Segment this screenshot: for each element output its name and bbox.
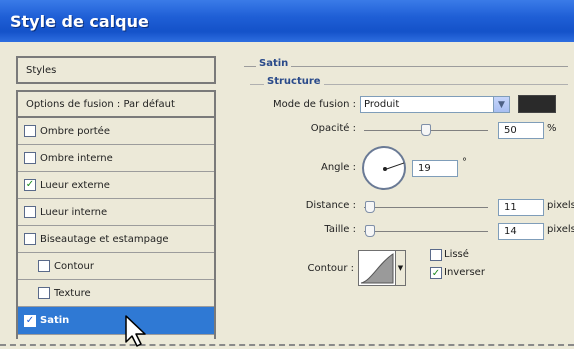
angle-label: Angle : xyxy=(320,162,356,173)
satin-checkbox[interactable]: ✓ xyxy=(24,314,36,327)
effects-list: Ombre portée Ombre interne ✓ Lueur exter… xyxy=(16,118,216,339)
contour-preview[interactable] xyxy=(358,250,396,286)
color-swatch[interactable] xyxy=(518,95,556,113)
outer-glow-label: Lueur externe xyxy=(40,179,110,191)
antialias-checkbox[interactable] xyxy=(430,249,442,261)
list-item-inner-glow[interactable]: Lueur interne xyxy=(18,199,214,226)
blend-mode-label: Mode de fusion : xyxy=(273,99,356,110)
distance-slider-thumb[interactable] xyxy=(365,201,376,213)
dashed-divider xyxy=(0,344,574,346)
satin-item-label: Satin xyxy=(40,315,70,326)
angle-input[interactable]: 19 xyxy=(412,160,458,177)
distance-unit: pixels xyxy=(547,200,574,211)
invert-label: Inverser xyxy=(444,267,485,278)
size-label: Taille : xyxy=(324,224,356,235)
check-icon: ✓ xyxy=(25,314,35,326)
opacity-label: Opacité : xyxy=(310,123,356,134)
angle-unit: ° xyxy=(462,157,467,168)
size-value: 14 xyxy=(504,226,517,237)
contour-item-label: Contour xyxy=(54,260,94,272)
styles-header-item[interactable]: Styles xyxy=(16,56,216,84)
check-icon: ✓ xyxy=(25,179,35,190)
contour-checkbox[interactable] xyxy=(38,260,50,272)
inner-shadow-label: Ombre interne xyxy=(40,152,113,164)
list-item-drop-shadow[interactable]: Ombre portée xyxy=(18,118,214,145)
angle-dial-needle xyxy=(385,162,405,170)
texture-label: Texture xyxy=(54,287,91,299)
size-input[interactable]: 14 xyxy=(498,223,544,240)
angle-value: 19 xyxy=(418,163,431,174)
distance-input[interactable]: 11 xyxy=(498,199,544,216)
list-item-satin[interactable]: ✓ Satin xyxy=(18,307,214,335)
arrow-cursor-icon xyxy=(125,315,146,347)
inner-shadow-checkbox[interactable] xyxy=(24,152,36,164)
list-item-inner-shadow[interactable]: Ombre interne xyxy=(18,145,214,172)
title-bar: Style de calque xyxy=(0,0,574,42)
texture-checkbox[interactable] xyxy=(38,287,50,299)
opacity-value: 50 xyxy=(504,125,517,136)
list-item-texture[interactable]: Texture xyxy=(18,280,214,307)
drop-shadow-label: Ombre portée xyxy=(40,125,110,137)
list-item-contour[interactable]: Contour xyxy=(18,253,214,280)
opacity-input[interactable]: 50 xyxy=(498,122,544,139)
outer-glow-checkbox[interactable]: ✓ xyxy=(24,179,36,191)
satin-section-title: Satin xyxy=(256,58,292,69)
size-slider-thumb[interactable] xyxy=(365,225,376,237)
satin-settings-panel: Satin Structure Mode de fusion : Produit… xyxy=(236,56,574,339)
blend-mode-value: Produit xyxy=(364,99,400,110)
invert-checkbox[interactable]: ✓ xyxy=(430,267,442,279)
chevron-down-icon[interactable]: ▼ xyxy=(493,97,509,112)
dialog-title: Style de calque xyxy=(10,12,149,31)
bevel-emboss-checkbox[interactable] xyxy=(24,233,36,245)
distance-label: Distance : xyxy=(305,200,356,211)
inner-glow-label: Lueur interne xyxy=(40,206,108,218)
blending-options-label: Options de fusion : Par défaut xyxy=(26,98,175,110)
distance-slider-track[interactable] xyxy=(364,207,488,208)
angle-dial-center xyxy=(383,167,387,171)
bevel-emboss-label: Biseautage et estampage xyxy=(40,233,169,245)
size-unit: pixels xyxy=(547,224,574,235)
blend-mode-select[interactable]: Produit ▼ xyxy=(360,96,510,113)
blending-options-item[interactable]: Options de fusion : Par défaut xyxy=(16,90,216,118)
angle-dial[interactable] xyxy=(362,146,406,190)
antialias-label: Lissé xyxy=(444,249,469,260)
contour-dropdown-arrow[interactable]: ▼ xyxy=(396,250,406,286)
opacity-slider-thumb[interactable] xyxy=(421,124,431,136)
contour-label: Contour : xyxy=(307,263,354,274)
drop-shadow-checkbox[interactable] xyxy=(24,125,36,137)
satin-group-divider xyxy=(244,66,568,67)
styles-list-panel: Styles Options de fusion : Par défaut Om… xyxy=(16,56,216,339)
opacity-unit: % xyxy=(547,123,557,134)
list-item-outer-glow[interactable]: ✓ Lueur externe xyxy=(18,172,214,199)
structure-section-title: Structure xyxy=(264,76,324,87)
distance-value: 11 xyxy=(504,202,517,213)
list-item-bevel-emboss[interactable]: Biseautage et estampage xyxy=(18,226,214,253)
styles-label: Styles xyxy=(26,64,57,76)
size-slider-track[interactable] xyxy=(364,231,488,232)
contour-curve-icon xyxy=(360,253,394,284)
inner-glow-checkbox[interactable] xyxy=(24,206,36,218)
check-icon: ✓ xyxy=(431,267,441,279)
layer-style-dialog: Style de calque Styles Options de fusion… xyxy=(0,0,574,349)
